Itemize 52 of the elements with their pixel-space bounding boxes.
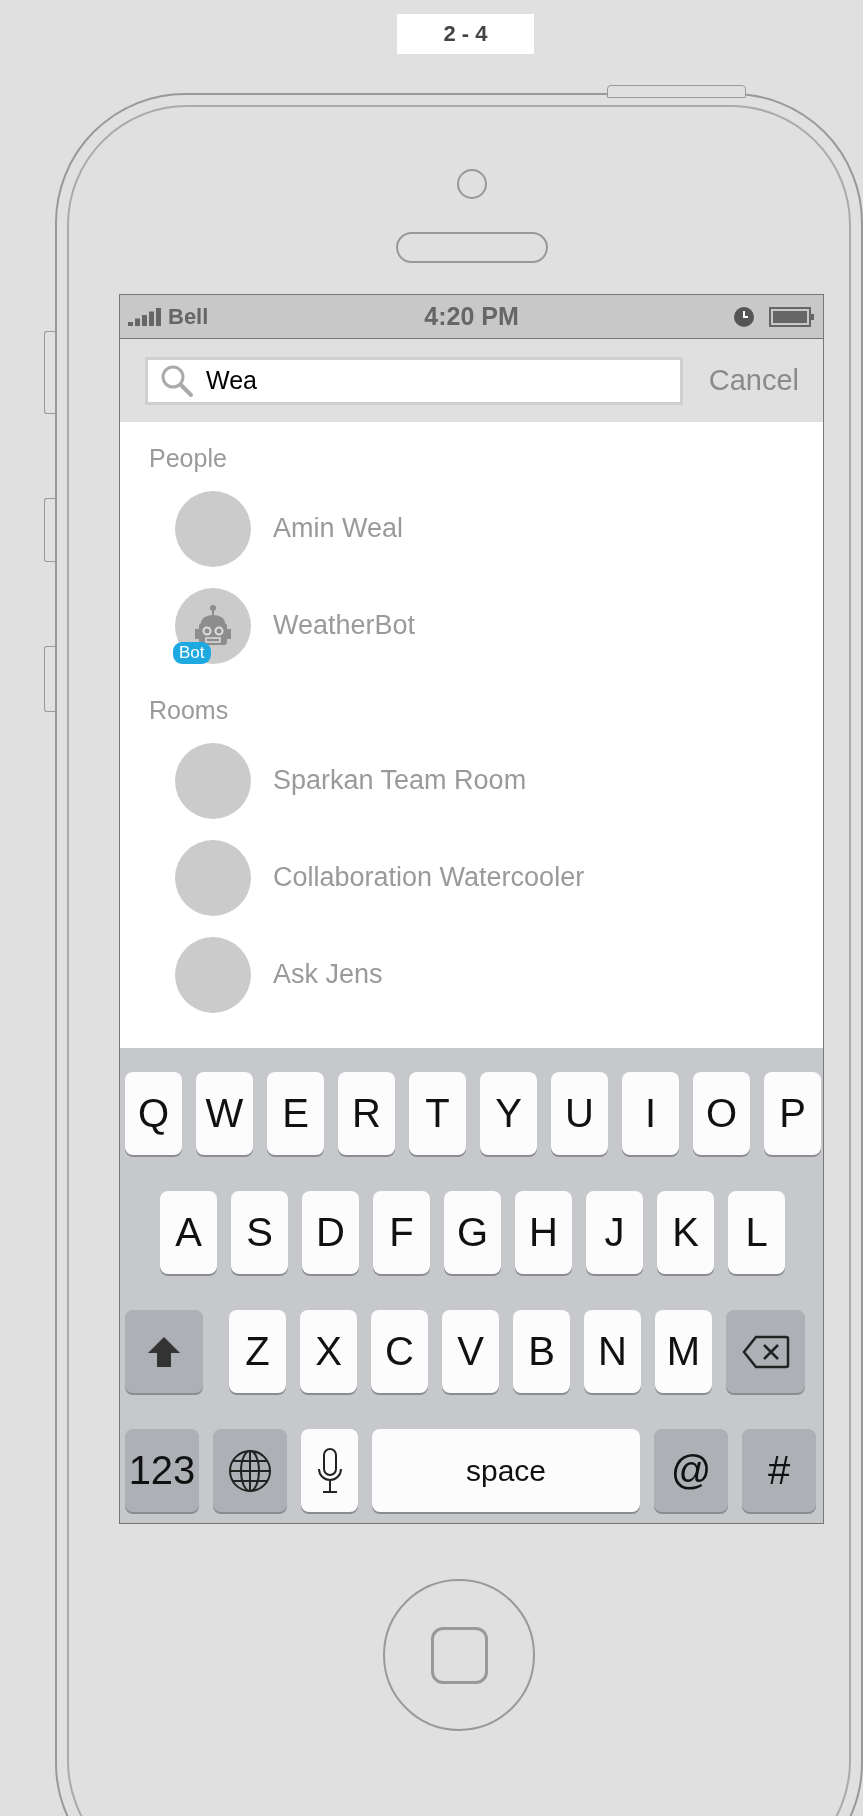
backspace-icon — [741, 1334, 790, 1369]
letter-key[interactable]: O — [693, 1072, 750, 1155]
microphone-icon — [316, 1446, 343, 1495]
mic-key[interactable] — [301, 1429, 358, 1512]
letter-key[interactable]: S — [231, 1191, 288, 1274]
globe-key[interactable] — [213, 1429, 287, 1512]
clock-icon — [733, 305, 755, 328]
battery-icon — [769, 306, 815, 327]
letter-key[interactable]: Y — [480, 1072, 537, 1155]
page-number-label: 2 - 4 — [397, 14, 534, 54]
letter-key[interactable]: B — [513, 1310, 570, 1393]
letter-key[interactable]: W — [196, 1072, 253, 1155]
space-key[interactable]: space — [372, 1429, 640, 1512]
letter-key[interactable]: T — [409, 1072, 466, 1155]
section-title: People — [148, 443, 228, 474]
letter-key[interactable]: P — [764, 1072, 821, 1155]
letter-key[interactable]: C — [371, 1310, 428, 1393]
carrier-name: Bell — [168, 303, 209, 330]
search-field[interactable]: Wea — [145, 356, 683, 405]
symbol-key[interactable]: # — [742, 1429, 816, 1512]
letter-key[interactable]: A — [160, 1191, 217, 1274]
search-icon — [160, 363, 194, 398]
letter-key[interactable]: N — [584, 1310, 641, 1393]
camera-icon — [456, 169, 487, 199]
symbol-key[interactable]: 123 — [125, 1429, 199, 1512]
letter-key[interactable]: K — [657, 1191, 714, 1274]
letter-key[interactable]: U — [551, 1072, 608, 1155]
letter-key[interactable]: Q — [125, 1072, 182, 1155]
robot-icon — [193, 604, 233, 647]
letter-key[interactable]: X — [300, 1310, 357, 1393]
signal-icon — [128, 307, 162, 326]
letter-key[interactable]: L — [728, 1191, 785, 1274]
globe-icon — [228, 1448, 272, 1493]
status-time: 4:20 PM — [424, 302, 519, 331]
shift-arrow-icon — [146, 1334, 182, 1369]
letter-key[interactable]: D — [302, 1191, 359, 1274]
letter-key[interactable]: J — [586, 1191, 643, 1274]
letter-key[interactable]: V — [442, 1310, 499, 1393]
letter-key[interactable]: Z — [229, 1310, 286, 1393]
delete-key[interactable] — [726, 1310, 805, 1393]
letter-key[interactable]: G — [444, 1191, 501, 1274]
letter-key[interactable]: R — [338, 1072, 395, 1155]
letter-key[interactable]: F — [373, 1191, 430, 1274]
square-icon — [430, 1626, 488, 1684]
letter-key[interactable]: E — [267, 1072, 324, 1155]
section-title: Rooms — [148, 695, 230, 726]
bot-badge: Bot — [173, 641, 211, 664]
letter-key[interactable]: I — [622, 1072, 679, 1155]
letter-key[interactable]: M — [655, 1310, 712, 1393]
symbol-key[interactable]: @ — [654, 1429, 728, 1512]
shift-key[interactable] — [125, 1310, 203, 1393]
letter-key[interactable]: H — [515, 1191, 572, 1274]
